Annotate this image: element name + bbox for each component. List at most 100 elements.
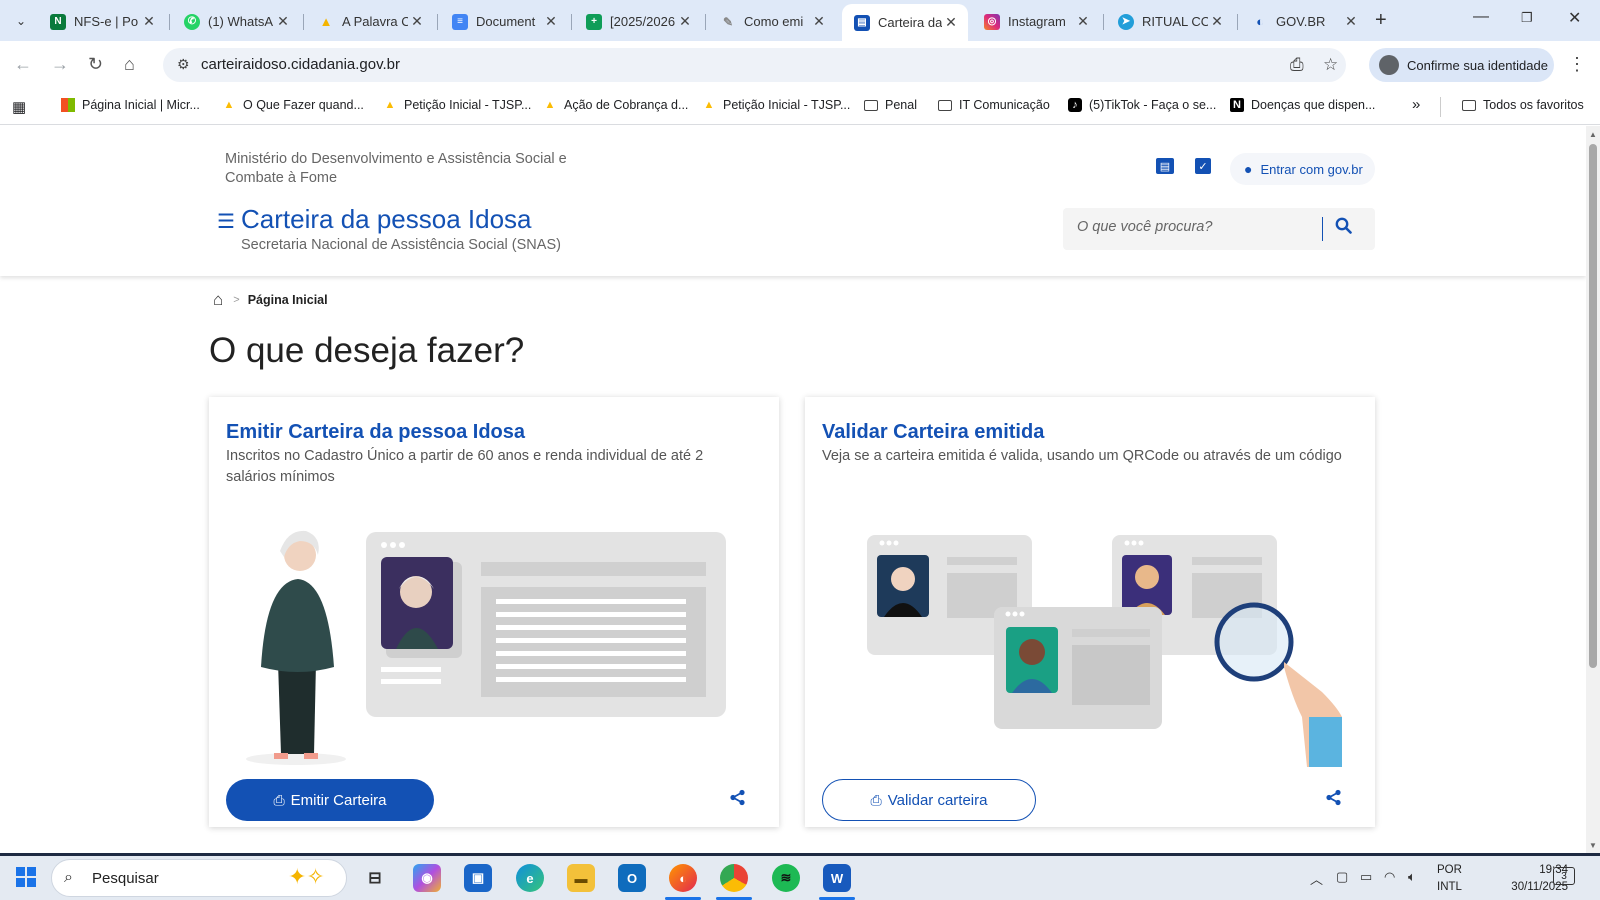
input-language-indicator[interactable]: POR INTL	[1437, 862, 1462, 896]
device-icon[interactable]: ▢	[1336, 869, 1348, 885]
show-hidden-icons-icon[interactable]: ︿	[1310, 869, 1323, 888]
tab-nfse[interactable]: N NFS-e | Po ✕	[38, 6, 166, 37]
bookmark-folder-it[interactable]: IT Comunicação	[938, 98, 1050, 112]
home-icon[interactable]: ⌂	[213, 290, 223, 310]
bookmarks-more-icon[interactable]: »	[1412, 96, 1420, 113]
close-tab-icon[interactable]: ✕	[1208, 13, 1226, 30]
scroll-down-icon[interactable]: ▼	[1589, 841, 1597, 850]
edge-icon[interactable]: e	[516, 864, 544, 892]
restore-icon[interactable]: ❐	[1521, 10, 1533, 26]
all-bookmarks-button[interactable]: Todos os favoritos	[1462, 98, 1584, 112]
instagram-icon: ◎	[984, 13, 1000, 30]
telegram-icon: ➤	[1118, 13, 1134, 30]
windows-start-icon[interactable]	[16, 867, 36, 887]
site-title[interactable]: Carteira da pessoa Idosa	[241, 204, 532, 235]
bookmark-item[interactable]: ▲ O Que Fazer quand...	[222, 98, 364, 112]
tab-google-sheets[interactable]: + [2025/2026 ✕	[574, 6, 702, 37]
close-tab-icon[interactable]: ✕	[1342, 13, 1360, 30]
card-validation-illustration	[867, 535, 1342, 767]
bookmark-folder-penal[interactable]: Penal	[864, 98, 917, 112]
menu-hamburger-icon[interactable]: ☰	[217, 209, 235, 234]
volume-icon[interactable]: 🔈︎	[1408, 869, 1416, 885]
browser-menu-icon[interactable]: ⋮	[1568, 54, 1586, 75]
task-view-icon[interactable]: ⊟	[361, 864, 389, 892]
address-bar[interactable]: ⚙ carteiraidoso.cidadania.gov.br ⎙ ☆	[163, 48, 1346, 82]
minimize-icon[interactable]: —	[1473, 8, 1489, 26]
card-emitir: Emitir Carteira da pessoa Idosa Inscrito…	[209, 397, 779, 827]
bookmark-item[interactable]: ▲ Petição Inicial - TJSP...	[383, 98, 532, 112]
site-settings-icon[interactable]: ⚙	[177, 56, 190, 73]
validar-carteira-button[interactable]: ⎙ Validar carteira	[822, 779, 1036, 821]
copilot-icon[interactable]: ◉	[413, 864, 441, 892]
tab-instagram[interactable]: ◎ Instagram ✕	[972, 6, 1100, 37]
tab-whatsapp[interactable]: ✆ (1) WhatsA ✕	[172, 6, 300, 37]
site-header: Ministério do Desenvolvimento e Assistên…	[0, 126, 1586, 276]
card-validar: Validar Carteira emitida Veja se a carte…	[805, 397, 1375, 827]
id-card-icon[interactable]: ▤	[1156, 158, 1174, 174]
emitir-carteira-button[interactable]: ⎙ Emitir Carteira	[226, 779, 434, 821]
search-icon[interactable]	[1335, 217, 1352, 239]
google-sheets-icon: +	[586, 13, 602, 30]
microsoft-store-icon[interactable]: ▣	[464, 864, 492, 892]
tab-telegram[interactable]: ➤ RITUAL CO ✕	[1106, 6, 1234, 37]
bookmark-item[interactable]: ▲ Ação de Cobrança d...	[543, 98, 689, 112]
bookmark-item[interactable]: ♪ (5)TikTok - Faça o se...	[1068, 98, 1216, 112]
scroll-up-icon[interactable]: ▲	[1589, 130, 1597, 139]
page-scrollbar[interactable]: ▲ ▼	[1586, 126, 1600, 853]
close-tab-icon[interactable]: ✕	[408, 13, 426, 30]
close-window-icon[interactable]: ✕	[1568, 8, 1581, 28]
elderly-person-card-illustration	[246, 530, 726, 765]
outlook-icon[interactable]: O	[618, 864, 646, 892]
bookmark-item[interactable]: ▲ Petição Inicial - TJSP...	[702, 98, 851, 112]
notification-center-icon[interactable]: 3	[1553, 867, 1575, 885]
tab-google-drive[interactable]: ▲ A Palavra C ✕	[306, 6, 434, 37]
ministry-name: Ministério do Desenvolvimento e Assistên…	[225, 151, 567, 186]
close-tab-icon[interactable]: ✕	[542, 13, 560, 30]
tab-search-button[interactable]: ⌄	[8, 8, 34, 34]
bookmark-item[interactable]: Página Inicial | Micr...	[61, 98, 200, 112]
tab-bar: ⌄ N NFS-e | Po ✕ ✆ (1) WhatsA ✕ ▲ A Pala…	[0, 0, 1600, 41]
close-tab-icon[interactable]: ✕	[140, 13, 158, 30]
search-icon: ⌕	[64, 869, 73, 886]
firefox-icon[interactable]: ◐	[669, 864, 697, 892]
checkbox-icon[interactable]: ✓	[1195, 158, 1211, 174]
login-govbr-button[interactable]: ● Entrar com gov.br	[1230, 153, 1375, 185]
card-description: Veja se a carteira emitida é valida, usa…	[822, 448, 1342, 464]
apps-grid-icon[interactable]: ▦	[12, 98, 26, 116]
close-tab-icon[interactable]: ✕	[274, 13, 292, 30]
bookmark-star-icon[interactable]: ☆	[1323, 55, 1338, 75]
tab-carteira-active[interactable]: ▤ Carteira da ✕	[842, 4, 968, 41]
spotify-icon[interactable]: ≋	[772, 864, 800, 892]
identity-button[interactable]: Confirme sua identidade	[1369, 48, 1554, 82]
tab-como-emitir[interactable]: ✎ Como emi ✕	[708, 6, 836, 37]
card-title[interactable]: Emitir Carteira da pessoa Idosa	[226, 421, 525, 444]
bookmarks-bar: ▦ Página Inicial | Micr... ▲ O Que Fazer…	[0, 89, 1600, 125]
wifi-icon[interactable]: ◠	[1384, 869, 1395, 885]
forward-arrow-icon[interactable]: →	[51, 54, 69, 75]
chrome-icon[interactable]	[720, 864, 748, 892]
share-icon[interactable]	[729, 789, 746, 811]
home-icon[interactable]: ⌂	[124, 54, 135, 75]
windows-taskbar: ⌕ Pesquisar ✦✧ ⊟ ◉ ▣ e ▬ O ◐ ≋ W ︿ ▢ ▭ ◠…	[0, 853, 1600, 900]
battery-icon[interactable]: ▭	[1360, 869, 1372, 885]
taskbar-search[interactable]: ⌕ Pesquisar ✦✧	[51, 859, 347, 897]
tab-govbr[interactable]: ◐ GOV.BR ✕	[1240, 6, 1368, 37]
search-input[interactable]	[1077, 219, 1317, 235]
card-title[interactable]: Validar Carteira emitida	[822, 421, 1044, 444]
tab-google-docs[interactable]: ≡ Document ✕	[440, 6, 568, 37]
reload-icon[interactable]: ↻	[88, 54, 103, 75]
file-explorer-icon[interactable]: ▬	[567, 864, 595, 892]
back-arrow-icon[interactable]: ←	[14, 54, 32, 75]
new-tab-button[interactable]: +	[1375, 9, 1387, 32]
bookmark-item[interactable]: N Doenças que dispen...	[1230, 98, 1375, 112]
folder-icon	[1462, 99, 1476, 111]
close-tab-icon[interactable]: ✕	[810, 13, 828, 30]
url-text[interactable]: carteiraidoso.cidadania.gov.br	[201, 56, 400, 73]
install-app-icon[interactable]: ⎙	[1290, 55, 1304, 75]
share-icon[interactable]	[1325, 789, 1342, 811]
scroll-thumb[interactable]	[1589, 144, 1597, 668]
word-icon[interactable]: W	[823, 864, 851, 892]
close-tab-icon[interactable]: ✕	[1074, 13, 1092, 30]
close-tab-icon[interactable]: ✕	[676, 13, 694, 30]
close-tab-icon[interactable]: ✕	[942, 14, 960, 31]
